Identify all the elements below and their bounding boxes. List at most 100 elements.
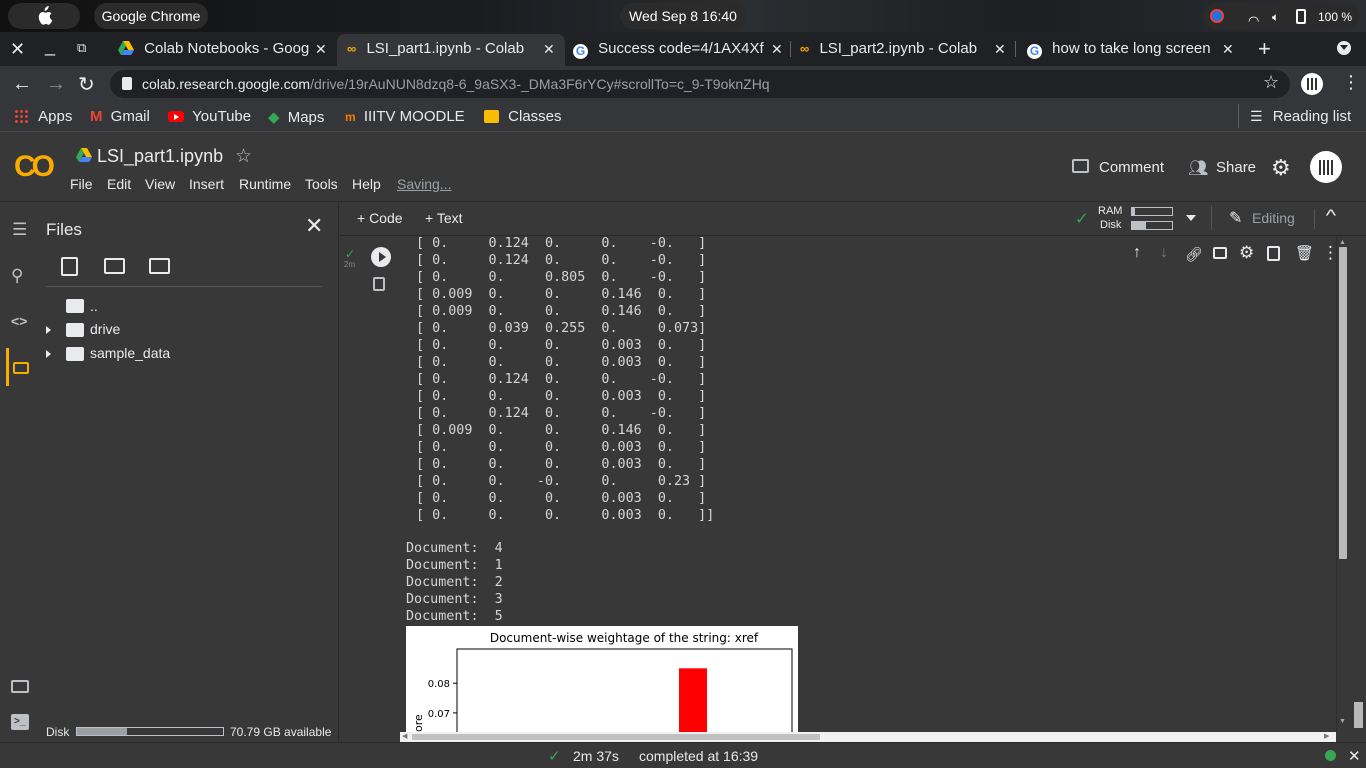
horizontal-scrollbar[interactable]: ◀ ▶ [400, 732, 1336, 742]
collapse-header-icon[interactable]: ^ [1326, 206, 1336, 226]
settings-gear-icon[interactable]: ⚙ [1271, 155, 1291, 181]
chart-title: Document-wise weightage of the string: x… [490, 631, 759, 645]
active-app-label[interactable]: Google Chrome [94, 3, 208, 29]
scroll-left-arrow-icon[interactable]: ◀ [402, 732, 407, 740]
chrome-menu-button[interactable]: ⋮ [1342, 72, 1360, 93]
refresh-folder-icon[interactable] [104, 258, 125, 274]
file-item-drive[interactable]: drive [90, 321, 120, 337]
upload-file-icon[interactable] [61, 257, 78, 276]
menu-edit[interactable]: Edit [107, 176, 131, 192]
tab-close-button[interactable]: ✕ [315, 41, 327, 58]
expand-arrow-icon[interactable] [46, 326, 51, 334]
bookmark-star-icon[interactable]: ☆ [1263, 72, 1279, 93]
notebook-title[interactable]: LSI_part1.ipynb [97, 146, 223, 167]
code-snippets-icon[interactable]: <> [11, 313, 27, 329]
resources-dropdown-icon[interactable] [1186, 215, 1196, 221]
tab-lsi-part2[interactable]: ∞ LSI_part2.ipynb - Colab [800, 38, 996, 60]
scroll-up-arrow-icon[interactable]: ▲ [1339, 239, 1346, 246]
people-icon: 👥︎ [1188, 160, 1209, 177]
scroll-down-arrow-icon[interactable]: ▼ [1339, 718, 1346, 725]
menu-view[interactable]: View [145, 176, 175, 192]
share-button[interactable]: Share [1216, 159, 1256, 176]
tab-close-button[interactable]: ✕ [543, 41, 555, 58]
tab-success-code[interactable]: G Success code=4/1AX4Xf [573, 38, 777, 60]
search-icon[interactable]: ⚲ [11, 266, 23, 286]
url-text[interactable]: colab.research.google.com/drive/19rAuNUN… [142, 76, 770, 92]
run-cell-button[interactable] [371, 247, 391, 267]
menu-help[interactable]: Help [352, 176, 381, 192]
expand-arrow-icon[interactable] [46, 350, 51, 358]
reload-button[interactable]: ↻ [78, 72, 95, 97]
forward-button[interactable]: → [46, 73, 66, 96]
document-line: Document: 3 [406, 592, 503, 607]
mount-drive-icon[interactable] [149, 258, 170, 274]
back-button[interactable]: ← [12, 73, 32, 96]
toc-icon[interactable]: ☰ [12, 220, 27, 240]
menu-file[interactable]: File [70, 176, 93, 192]
terminal-icon[interactable]: >_ [11, 714, 29, 730]
completed-check-icon: ✓ [548, 748, 561, 765]
vertical-scrollbar[interactable]: ▲ ▼ [1336, 237, 1348, 732]
tab-close-button[interactable]: ✕ [994, 41, 1006, 58]
reading-list-icon: ☰ [1250, 108, 1263, 124]
chart-bar [679, 668, 707, 732]
classroom-icon [484, 110, 499, 123]
output-line: [ 0. 0.039 0.255 0. 0.073] [416, 321, 707, 336]
window-close-button[interactable]: ✕ [10, 39, 25, 60]
command-palette-icon[interactable] [11, 680, 29, 693]
output-actions-icon[interactable] [373, 277, 385, 291]
scroll-right-arrow-icon[interactable]: ▶ [1324, 732, 1329, 740]
output-line: [ 0. 0. 0.805 0. -0. ] [416, 270, 707, 285]
star-icon[interactable]: ☆ [235, 145, 252, 168]
editing-mode[interactable]: Editing [1252, 210, 1295, 226]
folder-sample-data-icon [66, 347, 84, 361]
output-line: [ 0. 0. 0. 0.003 0. ] [416, 457, 707, 472]
tab-colab-notebooks[interactable]: Colab Notebooks - Goog [118, 38, 326, 60]
reading-list-button[interactable]: ☰ Reading list [1250, 108, 1351, 125]
tab-close-button[interactable]: ✕ [1222, 41, 1234, 58]
menu-runtime[interactable]: Runtime [239, 176, 291, 192]
tab-lsi-part1[interactable]: ∞ LSI_part1.ipynb - Colab [337, 34, 565, 66]
tab-search-button[interactable] [1337, 41, 1351, 55]
files-title: Files [46, 220, 82, 239]
page-scrollbar-thumb[interactable] [1354, 702, 1363, 728]
close-icon[interactable]: ✕ [305, 213, 323, 239]
bookmark-iiitv-moodle[interactable]: m IIITV MOODLE [345, 108, 465, 125]
h-scrollbar-thumb[interactable] [412, 734, 820, 740]
ram-usage-bar [1131, 207, 1173, 216]
output-line: [ 0. 0. 0. 0.003 0. ]] [416, 508, 715, 523]
saving-status: Saving... [397, 176, 452, 192]
file-item-sample-data[interactable]: sample_data [90, 345, 170, 361]
window-restore-button[interactable]: ⧉ [77, 40, 86, 56]
tab-close-button[interactable]: ✕ [771, 41, 783, 58]
volume-icon: 🔈︎ [1272, 10, 1280, 24]
apple-menu-button[interactable] [8, 3, 80, 29]
close-status-icon[interactable]: ✕ [1348, 747, 1361, 765]
add-text-button[interactable]: + Text [425, 210, 463, 226]
menu-tools[interactable]: Tools [305, 176, 338, 192]
comment-button[interactable]: Comment [1099, 159, 1164, 176]
output-line: [ 0.009 0. 0. 0.146 0. ] [416, 304, 707, 319]
bookmark-label: Classes [508, 108, 562, 125]
google-drive-icon [118, 41, 134, 55]
bookmark-gmail[interactable]: M Gmail [90, 108, 150, 125]
tab-long-screenshot[interactable]: G how to take long screen [1027, 38, 1217, 60]
bookmark-youtube[interactable]: YouTube [168, 108, 251, 125]
folder-icon[interactable] [13, 362, 29, 374]
scrollbar-thumb[interactable] [1339, 247, 1347, 559]
clock[interactable]: Wed Sep 8 16:40 [620, 3, 746, 29]
output-line: [ 0.009 0. 0. 0.146 0. ] [416, 287, 707, 302]
add-code-button[interactable]: + Code [357, 210, 403, 226]
profile-avatar[interactable] [1301, 73, 1323, 95]
window-minimize-button[interactable]: _ [45, 36, 55, 57]
bookmark-classes[interactable]: Classes [484, 108, 562, 125]
bookmark-maps[interactable]: ◆ Maps [268, 108, 324, 126]
menu-insert[interactable]: Insert [189, 176, 224, 192]
parent-folder-label[interactable]: .. [90, 298, 98, 314]
colab-logo[interactable]: CO [14, 150, 55, 184]
bookmark-apps[interactable]: Apps [14, 108, 72, 125]
account-avatar[interactable] [1310, 151, 1342, 183]
new-tab-button[interactable]: + [1258, 36, 1271, 62]
system-tray[interactable]: ◠ 🔈︎ 100 % [1204, 3, 1360, 29]
plot-frame [456, 648, 793, 732]
